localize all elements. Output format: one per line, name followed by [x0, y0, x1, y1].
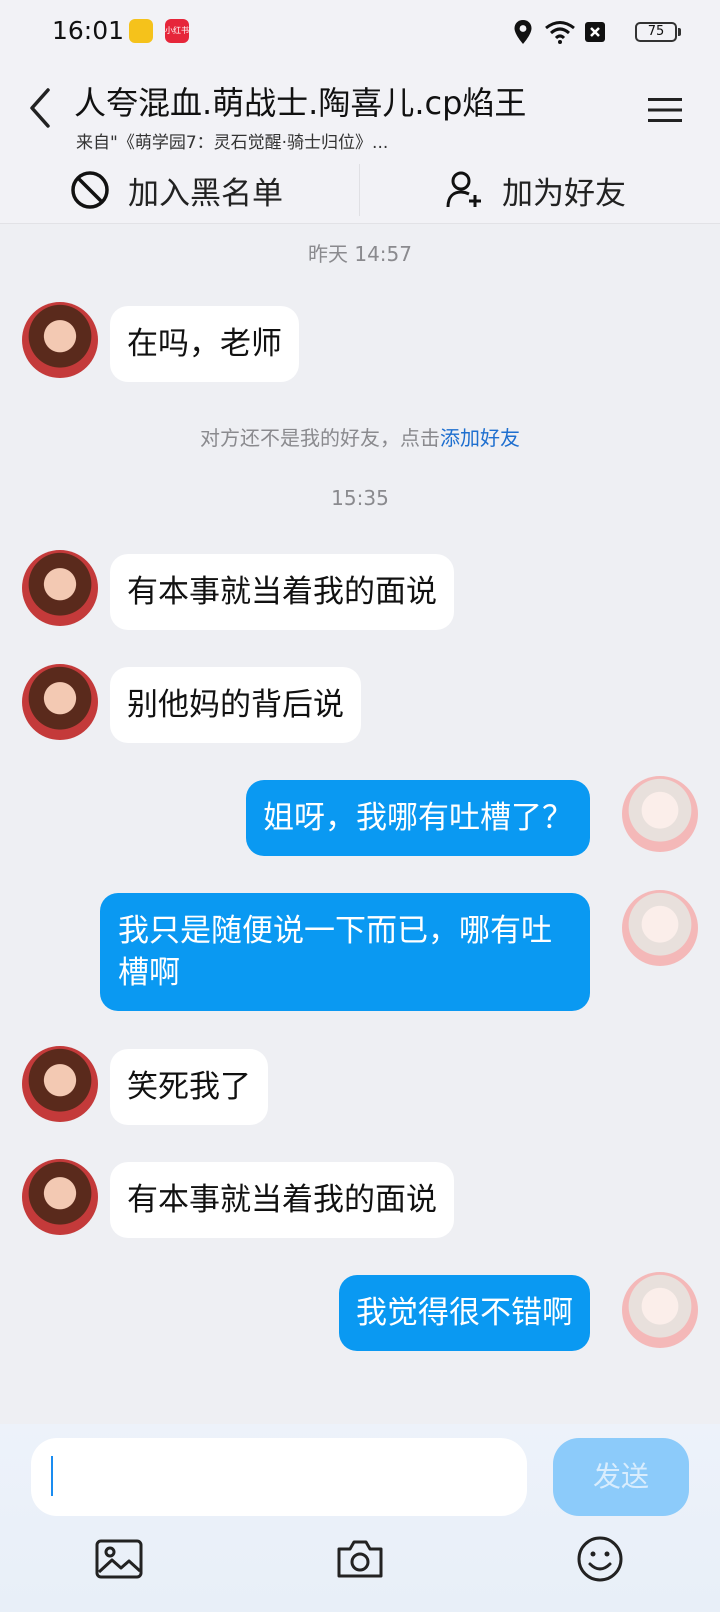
chat-area[interactable]: 昨天 14:57 在吗，老师 对方还不是我的好友，点击添加好友 15:35 有本…	[0, 224, 720, 1424]
emoji-icon[interactable]	[575, 1534, 625, 1584]
send-button[interactable]: 发送	[553, 1438, 689, 1516]
status-bar: 16:01 小红书 75	[0, 0, 720, 64]
image-icon[interactable]	[94, 1534, 144, 1584]
add-friend-label: 加为好友	[502, 175, 626, 212]
composer: 发送	[0, 1424, 720, 1612]
message-bubble-outgoing[interactable]: 我只是随便说一下而已，哪有吐槽啊	[100, 893, 590, 1011]
system-note: 对方还不是我的好友，点击添加好友	[0, 422, 720, 451]
message-bubble-incoming[interactable]: 有本事就当着我的面说	[110, 554, 454, 630]
notification-app-icon	[129, 19, 153, 43]
timestamp: 15:35	[331, 486, 389, 510]
action-bar: 加入黑名单 加为好友	[0, 156, 720, 224]
no-sim-icon	[585, 22, 605, 42]
text-caret	[51, 1456, 53, 1496]
block-button[interactable]: 加入黑名单	[70, 156, 283, 224]
block-label: 加入黑名单	[128, 175, 283, 212]
my-avatar[interactable]	[622, 890, 698, 966]
add-user-icon	[446, 171, 481, 208]
xiaohongshu-icon: 小红书	[165, 19, 189, 43]
camera-icon[interactable]	[335, 1534, 385, 1584]
location-icon	[514, 20, 532, 44]
contact-avatar[interactable]	[22, 550, 98, 626]
contact-avatar[interactable]	[22, 1046, 98, 1122]
message-bubble-outgoing[interactable]: 我觉得很不错啊	[339, 1275, 590, 1351]
contact-avatar[interactable]	[22, 664, 98, 740]
action-divider	[359, 164, 360, 216]
battery-tip	[678, 28, 681, 36]
message-input[interactable]	[31, 1438, 527, 1516]
message-bubble-incoming[interactable]: 别他妈的背后说	[110, 667, 361, 743]
message-bubble-incoming[interactable]: 有本事就当着我的面说	[110, 1162, 454, 1238]
block-icon	[71, 171, 109, 209]
add-friend-button[interactable]: 加为好友	[446, 156, 626, 224]
message-bubble-incoming[interactable]: 在吗，老师	[110, 306, 299, 382]
timestamp: 昨天 14:57	[308, 242, 412, 266]
chat-title: 人夸混血.萌战士.陶喜儿.cp焰王	[74, 84, 527, 122]
chat-subtitle: 来自"《萌学园7：灵石觉醒·骑士归位》...	[76, 133, 389, 153]
message-bubble-outgoing[interactable]: 姐呀，我哪有吐槽了？	[246, 780, 590, 856]
battery-indicator: 75	[635, 22, 677, 42]
system-note-text: 对方还不是我的好友，点击	[200, 426, 440, 450]
status-time: 16:01	[52, 16, 125, 45]
add-friend-link[interactable]: 添加好友	[440, 426, 520, 450]
back-icon[interactable]	[24, 86, 60, 130]
my-avatar[interactable]	[622, 1272, 698, 1348]
chat-header: 人夸混血.萌战士.陶喜儿.cp焰王 来自"《萌学园7：灵石觉醒·骑士归位》...	[0, 64, 720, 156]
menu-icon[interactable]	[646, 94, 684, 126]
contact-avatar[interactable]	[22, 302, 98, 378]
message-bubble-incoming[interactable]: 笑死我了	[110, 1049, 268, 1125]
contact-avatar[interactable]	[22, 1159, 98, 1235]
wifi-icon	[545, 21, 575, 44]
my-avatar[interactable]	[622, 776, 698, 852]
